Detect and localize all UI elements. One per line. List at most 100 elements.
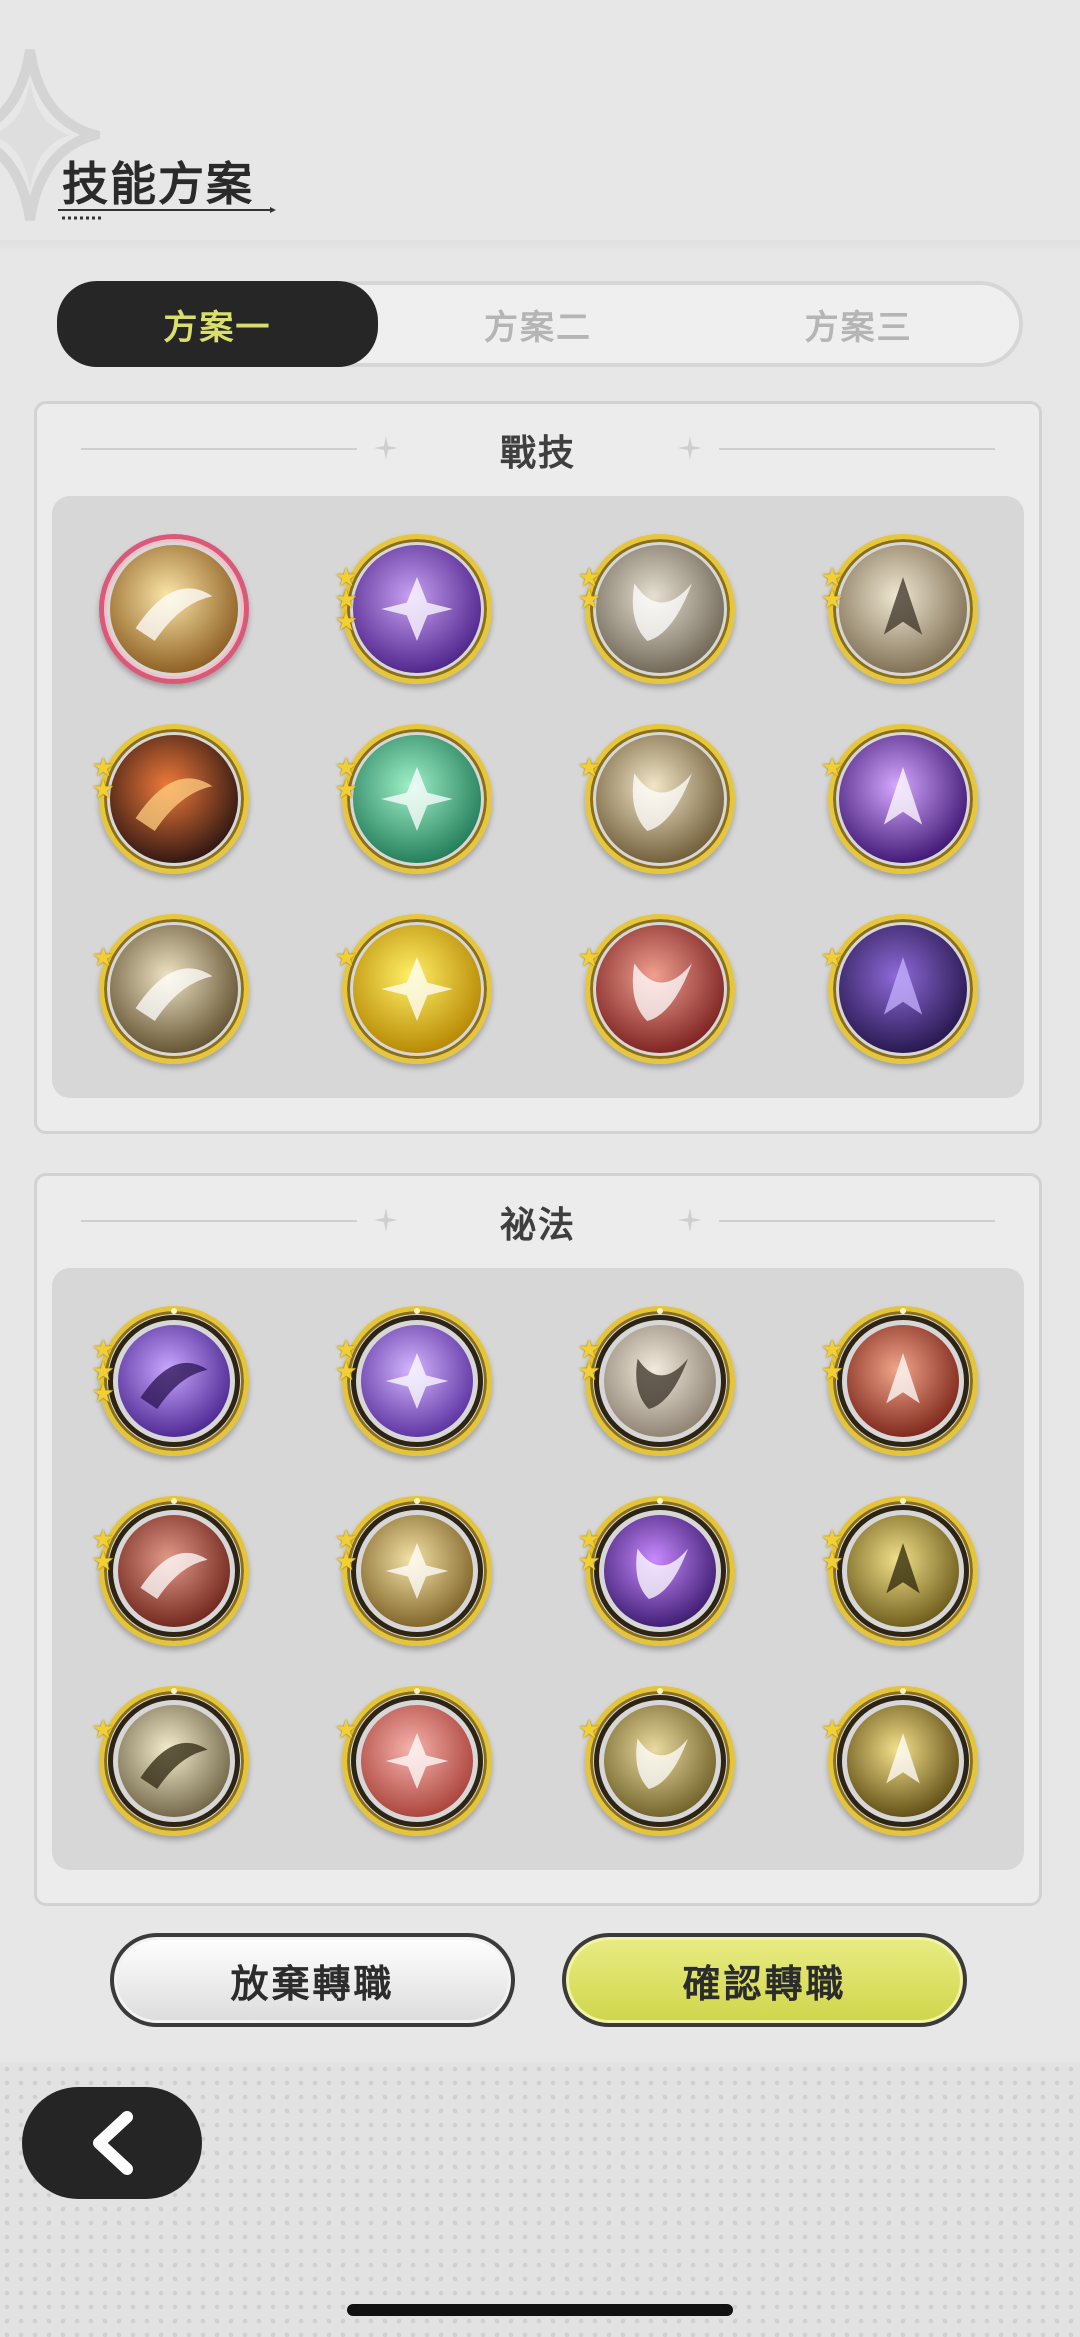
secret-skill-button[interactable]: ★ ★ bbox=[578, 1306, 735, 1456]
golden-target-icon bbox=[360, 1515, 473, 1627]
combat-skills-panel: 戰技 ★ ★ ★ ★ ★ ★ ★ ★ ★ ★ ★ ★ ★ ★ ★ ★ ★ bbox=[34, 401, 1042, 1134]
secret-skill-slot: ★ ★ bbox=[538, 1286, 781, 1476]
secret-skill-button[interactable]: ★ ★ bbox=[92, 1496, 249, 1646]
gold-golem-icon bbox=[603, 1705, 716, 1817]
purple-orb-icon bbox=[838, 735, 967, 863]
combat-skill-button[interactable]: ★ bbox=[578, 724, 735, 874]
combat-skill-slot: ★ bbox=[781, 704, 1024, 894]
star-rank: ★ ★ ★ bbox=[92, 1337, 115, 1407]
star-icon: ★ bbox=[577, 1715, 601, 1745]
star-rank: ★ ★ ★ bbox=[334, 565, 358, 637]
star-icon: ★ bbox=[577, 753, 601, 783]
red-warrior-icon bbox=[595, 925, 724, 1053]
combat-skill-button[interactable]: ★ bbox=[335, 914, 492, 1064]
combat-panel-header: 戰技 bbox=[37, 404, 1039, 496]
gold-heal-icon bbox=[846, 1515, 959, 1627]
combat-skill-slot bbox=[52, 514, 295, 704]
star-rank: ★ bbox=[821, 755, 844, 781]
flame-slash-icon bbox=[109, 735, 238, 863]
combat-skill-button[interactable]: ★ ★ bbox=[335, 724, 492, 874]
combat-skill-slot: ★ ★ bbox=[538, 514, 781, 704]
star-icon: ★ bbox=[334, 775, 358, 805]
header-line-right bbox=[719, 448, 995, 450]
tab-plan-3[interactable]: 方案三 bbox=[698, 285, 1019, 363]
secret-skill-button[interactable]: ★ ★ bbox=[578, 1496, 735, 1646]
star-icon: ★ bbox=[577, 1357, 601, 1387]
abandon-class-change-button[interactable]: 放棄轉職 bbox=[110, 1933, 515, 2027]
back-button[interactable] bbox=[22, 2087, 202, 2199]
green-rise-icon bbox=[352, 735, 481, 863]
star-icon: ★ bbox=[577, 585, 601, 615]
star-icon: ★ bbox=[334, 607, 358, 637]
purple-summon-icon bbox=[360, 1325, 473, 1437]
secret-skill-slot: ★ bbox=[781, 1666, 1024, 1856]
star-rank: ★ bbox=[335, 945, 358, 971]
secret-skill-slot: ★ ★ bbox=[295, 1286, 538, 1476]
eye-icon bbox=[117, 1705, 230, 1817]
secret-skill-button[interactable]: ★ bbox=[335, 1686, 492, 1836]
red-armor-icon bbox=[117, 1515, 230, 1627]
combat-skill-button[interactable]: ★ bbox=[821, 724, 978, 874]
secret-skill-button[interactable]: ★ bbox=[92, 1686, 249, 1836]
star-rank: ★ bbox=[334, 1715, 358, 1745]
home-indicator bbox=[347, 2304, 733, 2316]
sparkle-icon bbox=[374, 1208, 398, 1232]
secret-skill-grid: ★ ★ ★ ★ ★ ★ ★ ★ ★ ★ ★ ★ ★ ★ ★ ★ ★ ★ ★ ★ ★ bbox=[52, 1268, 1024, 1870]
confirm-class-change-button[interactable]: 確認轉職 bbox=[562, 1933, 967, 2027]
secret-skill-button[interactable]: ★ bbox=[578, 1686, 735, 1836]
secret-skill-button[interactable]: ★ ★ bbox=[821, 1496, 978, 1646]
grey-vortex-icon bbox=[595, 545, 724, 673]
combat-skill-button[interactable]: ★ bbox=[821, 914, 978, 1064]
combat-skill-button[interactable]: ★ ★ bbox=[821, 534, 978, 684]
shadow-claw-icon bbox=[838, 925, 967, 1053]
grab-hand-icon bbox=[838, 545, 967, 673]
header-divider bbox=[0, 240, 1080, 254]
star-rank: ★ ★ bbox=[820, 1527, 844, 1577]
combat-skill-slot: ★ bbox=[538, 894, 781, 1084]
gold-spirit-icon bbox=[846, 1705, 959, 1817]
combat-skill-button[interactable]: ★ ★ bbox=[92, 724, 249, 874]
combat-skill-button[interactable]: ★ ★ ★ bbox=[335, 534, 492, 684]
secret-skill-button[interactable]: ★ ★ bbox=[335, 1496, 492, 1646]
star-icon: ★ bbox=[91, 775, 115, 805]
red-claw-icon bbox=[846, 1325, 959, 1437]
secret-skill-button[interactable]: ★ ★ ★ bbox=[92, 1306, 249, 1456]
sparkle-icon bbox=[374, 436, 398, 460]
star-rank: ★ ★ bbox=[91, 755, 115, 805]
star-icon: ★ bbox=[820, 1547, 844, 1577]
secret-skill-button[interactable]: ★ bbox=[821, 1686, 978, 1836]
star-rank: ★ bbox=[577, 753, 601, 783]
secret-skill-slot: ★ ★ bbox=[538, 1476, 781, 1666]
chevron-left-icon bbox=[93, 2111, 133, 2175]
star-rank: ★ ★ bbox=[577, 565, 601, 615]
secret-skill-button[interactable]: ★ ★ bbox=[821, 1306, 978, 1456]
combat-skill-button[interactable] bbox=[98, 534, 249, 684]
secret-skill-slot: ★ ★ ★ bbox=[52, 1286, 295, 1476]
star-rank: ★ bbox=[91, 1715, 115, 1745]
combat-skill-button[interactable]: ★ bbox=[578, 914, 735, 1064]
star-icon: ★ bbox=[91, 943, 115, 973]
secret-skill-slot: ★ bbox=[538, 1666, 781, 1856]
purple-heart-icon bbox=[352, 545, 481, 673]
combat-skill-slot: ★ ★ bbox=[52, 704, 295, 894]
combat-skill-slot: ★ ★ ★ bbox=[295, 514, 538, 704]
star-rank: ★ ★ bbox=[821, 1337, 844, 1385]
star-rank: ★ ★ bbox=[577, 1337, 601, 1387]
sword-burst-icon bbox=[595, 735, 724, 863]
combat-skill-button[interactable]: ★ bbox=[92, 914, 249, 1064]
combat-skill-button[interactable]: ★ ★ bbox=[578, 534, 735, 684]
combat-skill-slot: ★ ★ bbox=[781, 514, 1024, 704]
star-rank: ★ ★ bbox=[334, 755, 358, 805]
combat-skill-slot: ★ bbox=[538, 704, 781, 894]
secret-skill-slot: ★ ★ bbox=[781, 1476, 1024, 1666]
golden-swirl-icon bbox=[109, 545, 238, 673]
star-icon: ★ bbox=[334, 1715, 358, 1745]
secret-skill-button[interactable]: ★ ★ bbox=[335, 1306, 492, 1456]
secret-skills-panel: 祕法 ★ ★ ★ ★ ★ ★ ★ ★ ★ ★ ★ ★ ★ ★ ★ ★ ★ ★ ★ ★ ★ bbox=[34, 1173, 1042, 1906]
tab-plan-1[interactable]: 方案一 bbox=[57, 281, 378, 367]
secret-skill-slot: ★ ★ bbox=[52, 1476, 295, 1666]
star-icon: ★ bbox=[91, 1715, 115, 1745]
secret-panel-header: 祕法 bbox=[37, 1176, 1039, 1268]
combat-skill-slot: ★ bbox=[52, 894, 295, 1084]
tab-plan-2[interactable]: 方案二 bbox=[378, 285, 699, 363]
